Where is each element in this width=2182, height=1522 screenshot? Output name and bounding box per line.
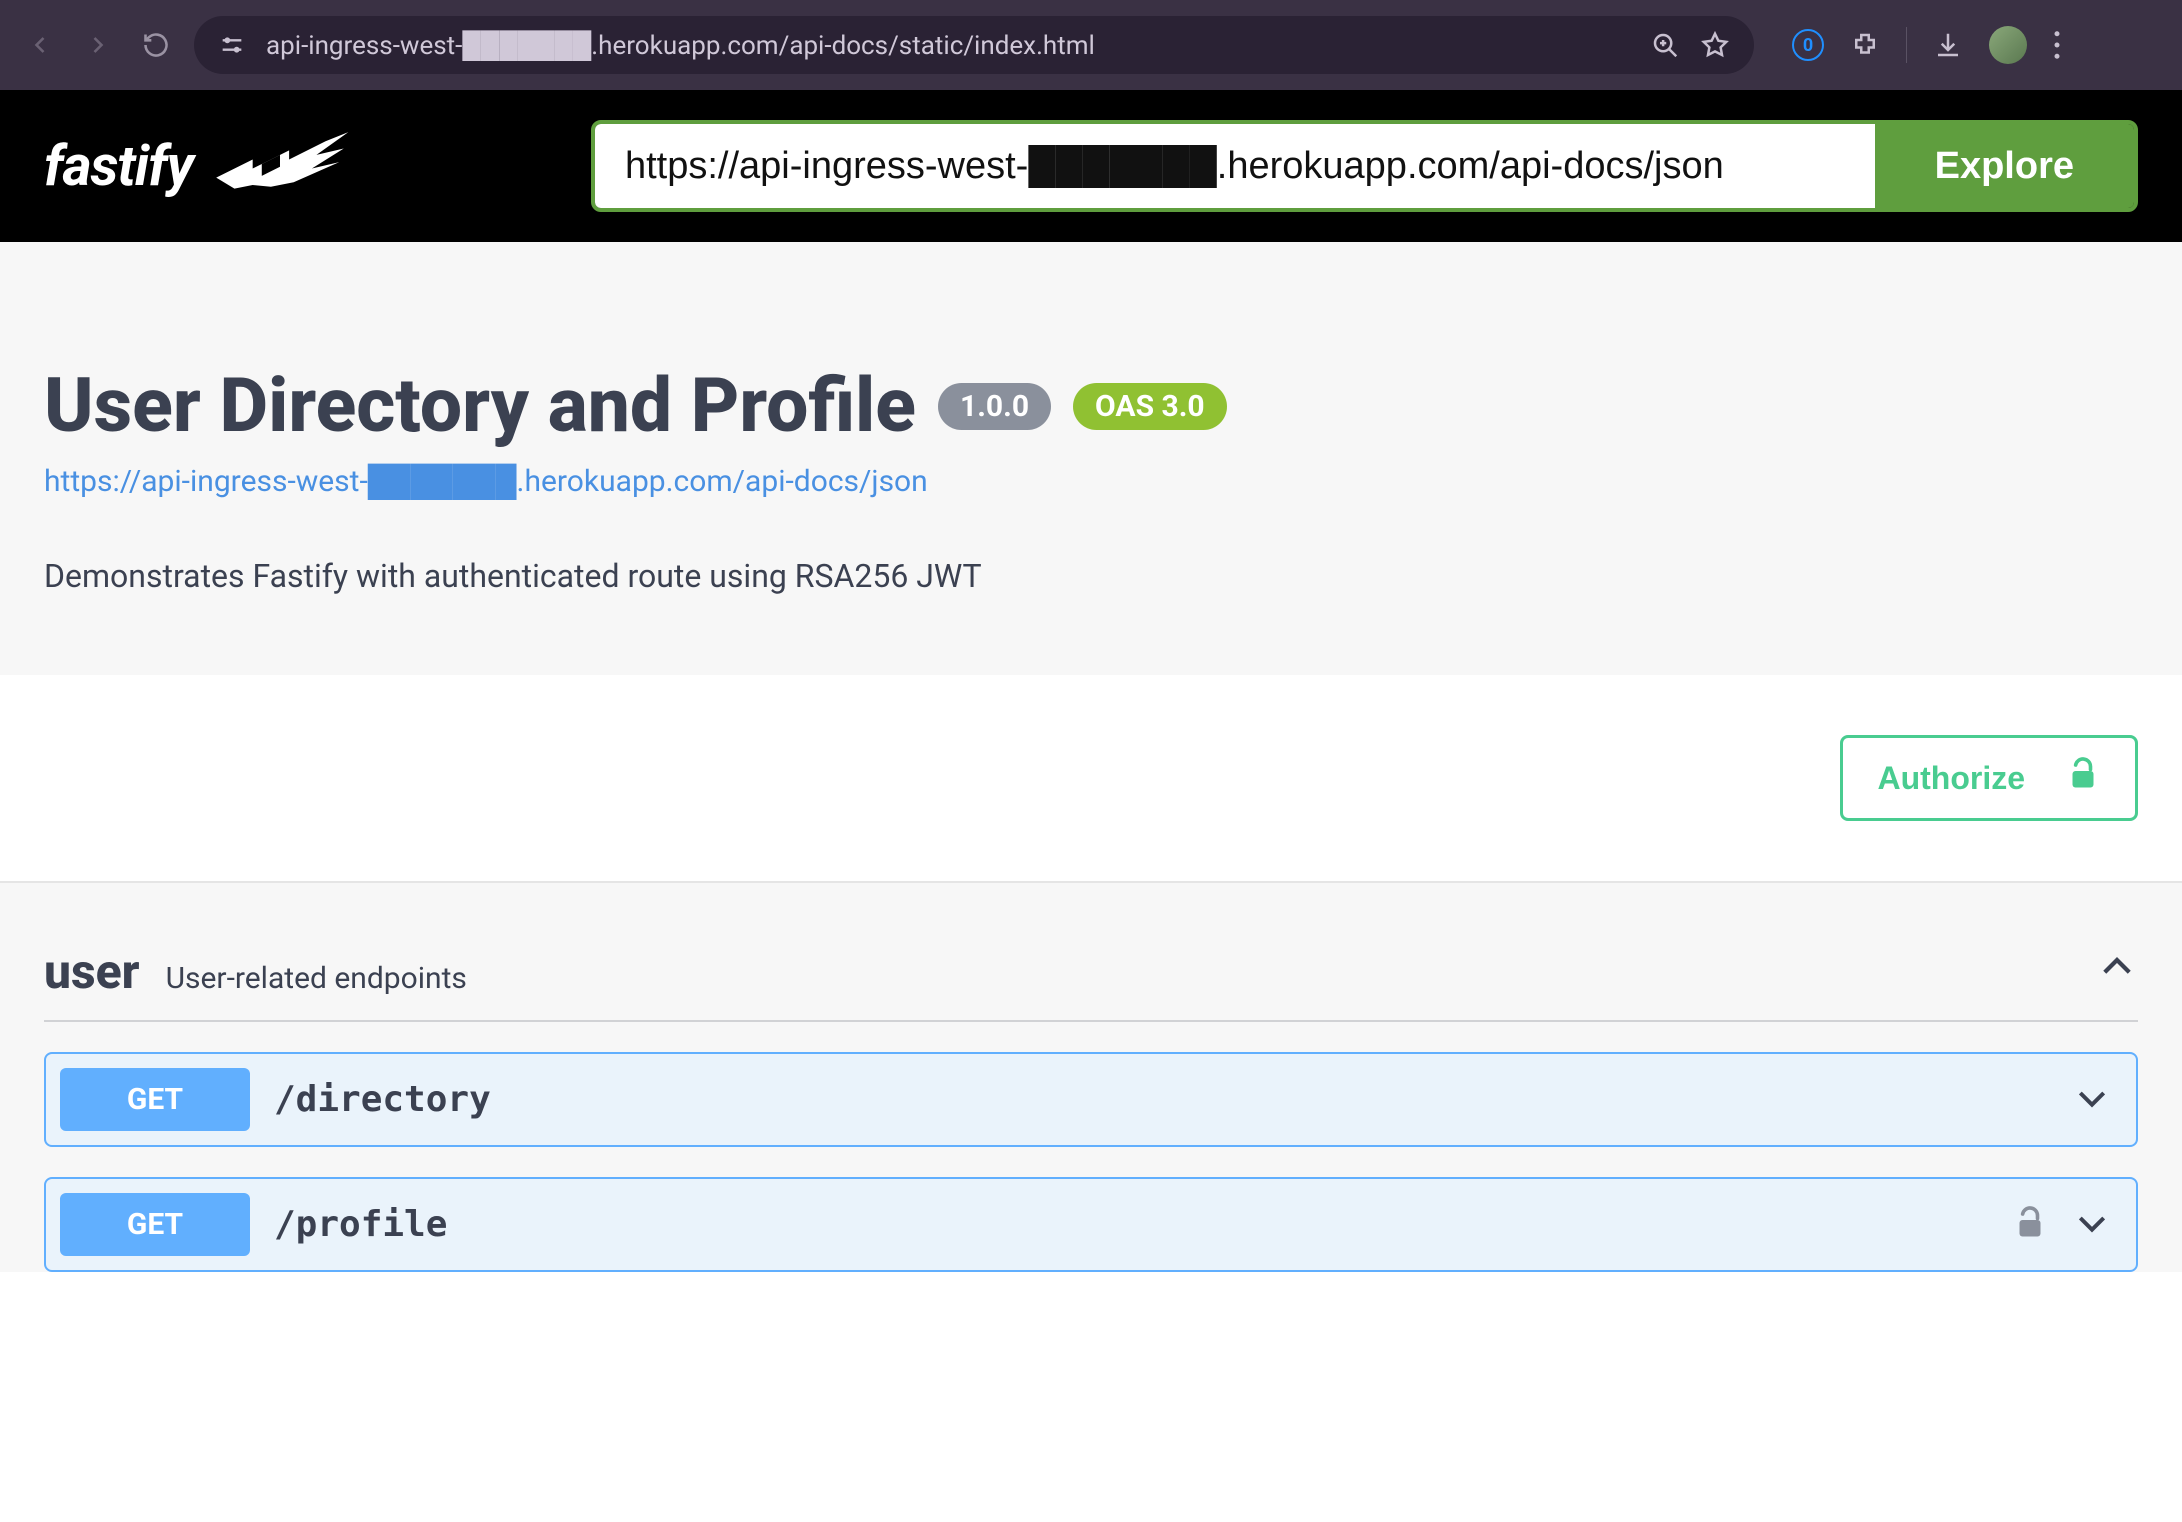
oas-badge: OAS 3.0: [1073, 383, 1227, 430]
spec-link[interactable]: https://api-ingress-west-███████.herokua…: [44, 464, 928, 499]
explore-bar: Explore: [591, 120, 2138, 212]
brand-text: fastify: [44, 133, 193, 199]
authorize-button[interactable]: Authorize: [1840, 735, 2138, 821]
op-path: /directory: [274, 1079, 2048, 1120]
forward-button[interactable]: [78, 25, 118, 65]
url-text: api-ingress-west-███████.herokuapp.com/a…: [266, 30, 1630, 61]
explore-button[interactable]: Explore: [1875, 124, 2134, 208]
lock-icon[interactable]: [2012, 1205, 2048, 1245]
site-settings-icon[interactable]: [218, 31, 246, 59]
swagger-topbar: fastify Explore: [0, 90, 2182, 242]
version-badge: 1.0.0: [938, 383, 1051, 430]
onepassword-icon[interactable]: 0: [1792, 29, 1824, 61]
tag-section: user User-related endpoints GET /directo…: [0, 883, 2182, 1272]
spec-url-input[interactable]: [595, 124, 1875, 208]
api-title: User Directory and Profile: [44, 362, 916, 450]
brand-logo: fastify: [44, 123, 355, 209]
chevron-down-icon: [2072, 1078, 2112, 1122]
tag-description: User-related endpoints: [166, 961, 2070, 996]
opblock-directory[interactable]: GET /directory: [44, 1052, 2138, 1147]
profile-avatar[interactable]: [1989, 26, 2027, 64]
reload-button[interactable]: [136, 25, 176, 65]
api-description: Demonstrates Fastify with authenticated …: [44, 557, 2138, 595]
tag-header[interactable]: user User-related endpoints: [44, 943, 2138, 1022]
bookmark-star-icon[interactable]: [1700, 30, 1730, 60]
authorize-label: Authorize: [1877, 760, 2025, 797]
downloads-icon[interactable]: [1933, 30, 1963, 60]
back-button[interactable]: [20, 25, 60, 65]
divider: [1906, 27, 1907, 63]
tag-name: user: [44, 943, 140, 1000]
chevron-up-icon: [2096, 946, 2138, 992]
extensions-icon[interactable]: [1850, 30, 1880, 60]
chevron-down-icon: [2072, 1203, 2112, 1247]
menu-icon[interactable]: [2053, 30, 2061, 60]
zoom-icon[interactable]: [1650, 30, 1680, 60]
http-method-badge: GET: [60, 1068, 250, 1131]
op-path: /profile: [274, 1204, 1988, 1245]
auth-bar: Authorize: [0, 675, 2182, 883]
fastify-icon: [205, 123, 355, 209]
unlock-icon: [2065, 756, 2101, 800]
address-bar[interactable]: api-ingress-west-███████.herokuapp.com/a…: [194, 16, 1754, 74]
http-method-badge: GET: [60, 1193, 250, 1256]
browser-chrome: api-ingress-west-███████.herokuapp.com/a…: [0, 0, 2182, 90]
info-section: User Directory and Profile 1.0.0 OAS 3.0…: [0, 242, 2182, 675]
opblock-profile[interactable]: GET /profile: [44, 1177, 2138, 1272]
